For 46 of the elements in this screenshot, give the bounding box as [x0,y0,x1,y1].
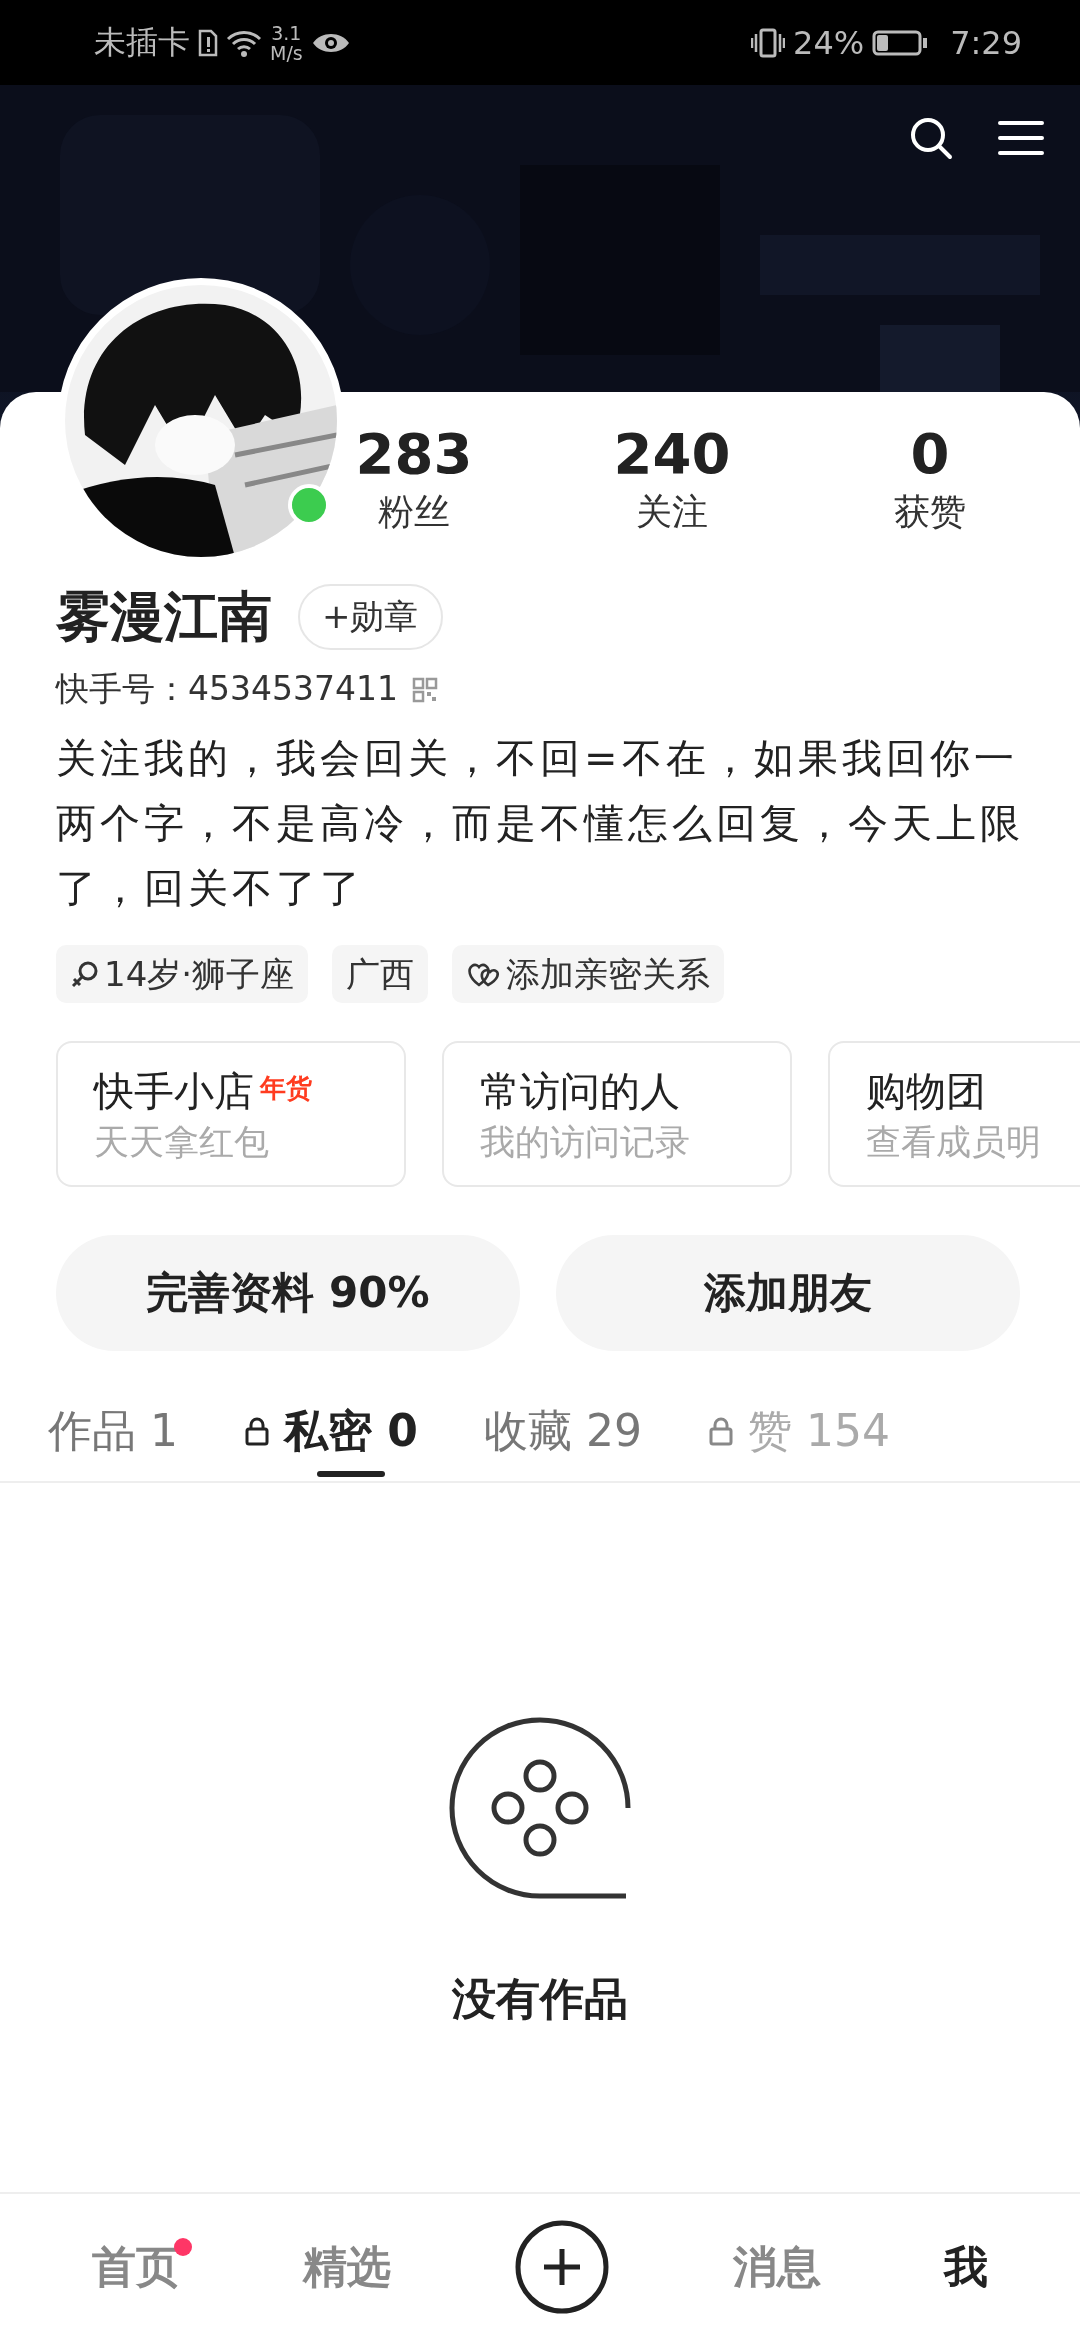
net-speed-value: 3.1 [271,22,302,43]
sim-alert-icon [198,28,218,57]
card-subtitle: 我的访问记录 [480,1121,691,1164]
user-name: 雾漫江南 [56,584,272,650]
card-title: 常访问的人 [480,1067,680,1116]
stat-count: 0 [910,420,950,488]
action-button[interactable]: 完善资料 90% [56,1235,520,1351]
add-medal-button[interactable]: +勋章 [298,584,443,650]
nav-tab[interactable]: 消息 [733,2237,822,2297]
stat-label: 获赞 [894,490,966,534]
female-icon [70,959,100,989]
tag-text: 添加亲密关系 [506,953,711,996]
content-tab[interactable]: 作品 1 [48,1381,178,1481]
nav-tab[interactable]: 精选 [302,2237,391,2297]
content-tab[interactable]: 收藏 29 [483,1381,642,1481]
create-plus-icon[interactable] [513,2219,610,2315]
stat-count: 240 [613,420,731,488]
promo-label: 年货 [260,1072,312,1105]
card-subtitle: 查看成员明 [866,1121,1042,1164]
film-reel-icon [448,1716,632,1900]
nav-tab[interactable]: 首页 [91,2237,180,2297]
stat-count: 283 [355,420,473,488]
net-speed-unit: M/s [270,42,303,63]
tag-text: 广西 [346,953,415,996]
bio-text: 关注我的，我会回关，不回=不在，如果我回你一两个字，不是高冷，而是不懂怎么回复，今天上限了，回关不了了 [56,734,1025,913]
battery-percent: 24% [793,23,865,62]
shortcut-card[interactable]: 常访问的人 我的访问记录 [442,1041,792,1187]
clock-time: 7:29 [950,23,1022,62]
battery-icon [872,28,929,57]
card-title: 快手小店 [94,1067,254,1116]
nav-tab[interactable]: 我 [944,2237,989,2297]
profile-tag[interactable]: 添加亲密关系 [452,945,725,1003]
empty-message: 没有作品 [452,1972,628,2026]
content-tab[interactable]: 私密 0 [244,1381,418,1481]
tag-text: 14岁·狮子座 [104,953,295,996]
card-title: 购物团 [866,1067,986,1116]
vibrate-icon [751,27,785,58]
stat-label: 关注 [636,490,708,534]
wifi-icon [226,28,262,57]
stat-label: 粉丝 [378,490,450,534]
shortcut-card[interactable]: 购物团 查看成员明 [828,1041,1080,1187]
carrier-text: 未插卡 [94,21,190,63]
card-subtitle: 天天拿红包 [94,1121,270,1164]
qr-code-icon[interactable] [411,676,438,703]
user-id: 快手号：4534537411 [56,668,398,710]
action-button[interactable]: 添加朋友 [556,1235,1020,1351]
